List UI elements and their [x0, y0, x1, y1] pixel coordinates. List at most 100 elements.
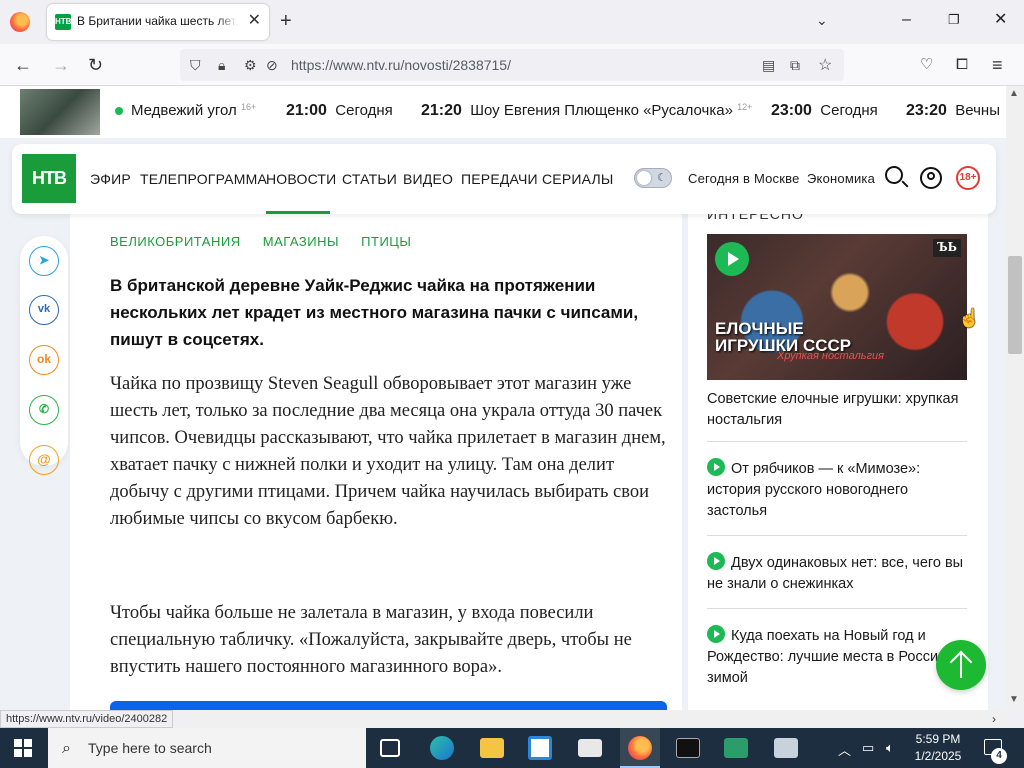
share-panel: ➤ vk ok ✆ @ [20, 236, 68, 475]
network-icon[interactable]: ▭ [862, 740, 874, 756]
scrollbar-thumb[interactable] [1008, 256, 1022, 354]
store-icon[interactable] [528, 736, 552, 760]
user-icon[interactable] [920, 167, 942, 189]
search-icon[interactable] [885, 166, 903, 184]
tv-item[interactable]: 23:20 Вечны [906, 102, 1000, 120]
menu-item-novosti[interactable]: НОВОСТИ [266, 171, 336, 187]
menu-item-stati[interactable]: СТАТЬИ [342, 171, 397, 187]
windows-start-icon[interactable] [14, 739, 32, 757]
play-icon [707, 625, 725, 643]
reader-view-icon[interactable]: ▤ [762, 57, 775, 74]
menu-item-serialy[interactable]: СЕРИАЛЫ [542, 171, 613, 187]
scroll-down-icon[interactable]: ▼ [1009, 694, 1019, 705]
extensions-icon[interactable]: ⧠ [956, 55, 968, 75]
new-tab-icon[interactable]: + [280, 10, 292, 32]
task-view-icon[interactable] [380, 739, 400, 757]
live-dot-icon [115, 107, 123, 116]
article-paragraph: Чайка по прозвищу Steven Seagull обворов… [110, 374, 666, 529]
odnoklassniki-icon[interactable]: ok [29, 345, 59, 375]
close-window-icon[interactable]: ✕ [994, 10, 1007, 30]
menu-item-teleprogramma[interactable]: ТЕЛЕПРОГРАММА [140, 171, 267, 187]
close-tab-icon[interactable]: ✕ [248, 12, 261, 30]
tv-item-live[interactable]: Медвежий угол 16+ [115, 102, 256, 119]
sidebar-featured-image[interactable]: ЪЬ ЕЛОЧНЫЕ ИГРУШКИ СССР Хрупкая ностальг… [707, 234, 967, 380]
tv-item[interactable]: 21:20 Шоу Евгения Плющенко «Русалочка» 1… [421, 102, 752, 120]
vertical-scrollbar[interactable] [1006, 86, 1024, 710]
telegram-icon[interactable]: ➤ [29, 246, 59, 276]
vk-icon[interactable]: vk [29, 295, 59, 325]
video-player-top[interactable] [110, 701, 667, 710]
file-explorer-icon[interactable] [480, 738, 504, 758]
sidebar-item[interactable]: Двух одинаковых нет: все, чего вы не зна… [707, 552, 967, 595]
taskbar-clock[interactable]: 5:59 PM 1/2/2025 [906, 731, 970, 765]
tray-chevron-icon[interactable]: ︿ [838, 740, 851, 759]
firefox-taskbar-icon[interactable] [628, 736, 652, 760]
horizontal-scrollbar[interactable] [190, 710, 1006, 728]
scroll-right-icon[interactable]: › [992, 712, 996, 726]
url-bar[interactable]: ⛉ 🔒︎ ⚙ ⊘ https://www.ntv.ru/novosti/2838… [180, 49, 844, 81]
spreadsheet-icon[interactable] [724, 738, 748, 758]
edge-icon[interactable] [430, 736, 454, 760]
search-icon: ⌕ [62, 740, 71, 757]
taskbar-search[interactable]: ⌕ Type here to search [48, 728, 366, 768]
bookmark-star-icon[interactable]: ☆ [818, 55, 832, 75]
scroll-to-top-button[interactable] [936, 640, 986, 690]
sidebar-item[interactable]: От рябчиков — к «Мимозе»: история русско… [707, 458, 967, 522]
menu-item-efir[interactable]: ЭФИР [90, 171, 131, 187]
play-icon[interactable] [715, 242, 749, 276]
divider [707, 535, 967, 536]
sidebar-item[interactable]: Советские елочные игрушки: хрупкая носта… [707, 389, 967, 431]
browser-tab[interactable]: НТВ В Британии чайка шесть лет ворует чи… [47, 4, 269, 40]
sidebar-item-label: От рябчиков — к «Мимозе»: история русско… [707, 461, 921, 519]
system-app-icon[interactable] [774, 738, 798, 758]
ntv-logo[interactable]: НТВ [22, 154, 76, 203]
pocket-icon[interactable]: ♡ [920, 55, 933, 75]
minimize-icon[interactable]: – [902, 10, 911, 30]
tag-link[interactable]: ПТИЦЫ [361, 234, 411, 249]
article-paragraph: Чтобы чайка больше не залетала в магазин… [110, 603, 632, 677]
tv-title: Шоу Евгения Плющенко «Русалочка» [470, 102, 733, 119]
moscow-link[interactable]: Сегодня в Москве [688, 171, 800, 186]
tag-link[interactable]: ВЕЛИКОБРИТАНИЯ [110, 234, 241, 249]
whatsapp-icon[interactable]: ✆ [29, 395, 59, 425]
site-header: НТВ ЭФИР ТЕЛЕПРОГРАММА НОВОСТИ СТАТЬИ ВИ… [12, 144, 996, 214]
sidebar-item-label: Двух одинаковых нет: все, чего вы не зна… [707, 555, 964, 592]
tv-time: 21:00 [286, 102, 327, 119]
email-icon[interactable]: @ [29, 445, 59, 475]
tv-item[interactable]: 23:00 Сегодня [771, 102, 878, 120]
shield-icon[interactable]: ⛉ [190, 57, 201, 74]
tv-schedule-strip: Медвежий угол 16+ 21:00 Сегодня 21:20 Шо… [0, 86, 1006, 138]
terminal-icon[interactable] [676, 738, 700, 758]
scroll-up-icon[interactable]: ▲ [1009, 88, 1019, 99]
menu-item-video[interactable]: ВИДЕО [403, 171, 453, 187]
play-icon [707, 552, 725, 570]
back-icon[interactable]: ← [14, 55, 32, 75]
reload-icon[interactable]: ↻ [88, 55, 103, 75]
economy-link[interactable]: Экономика [807, 171, 875, 186]
search-placeholder: Type here to search [88, 740, 212, 756]
picture-in-picture-icon[interactable]: ⧉ [790, 57, 800, 74]
moon-icon: ☾ [657, 172, 667, 184]
forward-icon[interactable]: → [52, 55, 70, 75]
lock-icon[interactable]: 🔒︎ [218, 57, 225, 74]
tracking-icon[interactable]: ⊘ [266, 57, 278, 74]
mail-icon[interactable] [578, 739, 602, 757]
permissions-icon[interactable]: ⚙ [244, 57, 257, 74]
menu-icon[interactable]: ≡ [992, 55, 1003, 75]
menu-item-peredachi[interactable]: ПЕРЕДАЧИ [461, 171, 538, 187]
divider [707, 441, 967, 442]
chevron-down-icon[interactable]: ⌄ [816, 12, 828, 29]
divider [707, 608, 967, 609]
sidebar-item[interactable]: Куда поехать на Новый год и Рождество: л… [707, 625, 967, 689]
tag-link[interactable]: МАГАЗИНЫ [263, 234, 339, 249]
article-lead: В британской деревне Уайк-Реджис чайка н… [110, 276, 639, 349]
page: Медвежий угол 16+ 21:00 Сегодня 21:20 Шо… [0, 86, 1006, 710]
url-text[interactable]: https://www.ntv.ru/novosti/2838715/ [291, 57, 511, 73]
active-menu-indicator [266, 211, 330, 214]
firefox-icon[interactable] [10, 12, 30, 32]
tv-thumbnail[interactable] [20, 89, 100, 135]
tv-item[interactable]: 21:00 Сегодня [286, 102, 393, 120]
volume-icon[interactable]: 🔈︎ [886, 740, 894, 756]
windows-taskbar: ⌕ Type here to search ︿ ▭ 🔈︎ 5:59 PM 1/2… [0, 728, 1024, 768]
restore-icon[interactable]: ❐ [948, 10, 960, 30]
